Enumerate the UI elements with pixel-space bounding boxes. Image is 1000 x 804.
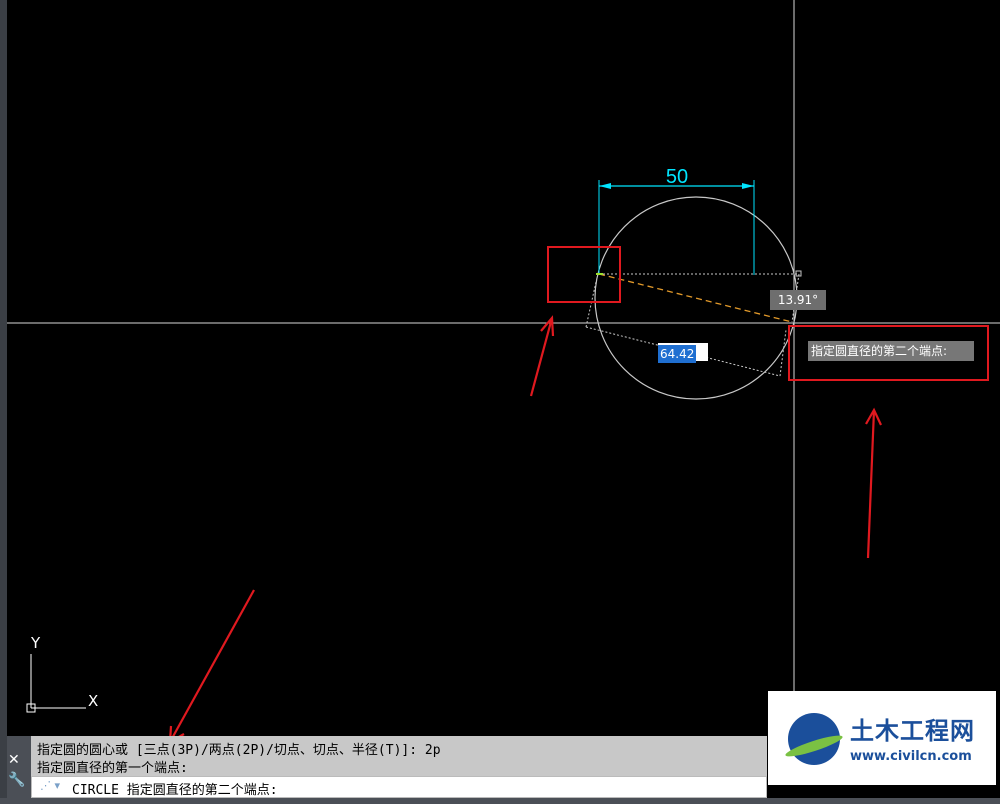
circle-preview [594, 196, 798, 400]
watermark-name: 土木工程网 [850, 717, 975, 745]
annotation-arrow-first-point [529, 315, 555, 397]
watermark-logo: 土木工程网 www.civilcn.com [768, 691, 996, 785]
dimension-value: 50 [666, 166, 688, 188]
length-input[interactable]: 64.42 [658, 343, 708, 363]
ucs-icon [26, 654, 86, 713]
annotation-arrow-history [168, 589, 255, 744]
command-input-text: CIRCLE 指定圆直径的第二个端点: [72, 783, 278, 798]
length-guide-left [585, 281, 597, 328]
wrench-icon[interactable]: 🔧 [8, 772, 25, 788]
command-history-line-2: 指定圆直径的第一个端点: [37, 761, 188, 776]
drawing-canvas[interactable]: 50 [0, 0, 1000, 804]
dimension-arrow-right [742, 183, 754, 189]
ucs-x-label: X [88, 692, 99, 710]
command-history: 指定圆的圆心或 [三点(3P)/两点(2P)/切点、切点、半径(T)]: 2p … [7, 736, 767, 804]
annotation-first-point-box [547, 246, 621, 303]
command-history-line-1: 指定圆的圆心或 [三点(3P)/两点(2P)/切点、切点、半径(T)]: 2p [37, 743, 441, 758]
command-dropdown-icon[interactable]: ⋰ ▾ [40, 779, 60, 792]
dimension-arrow-left [599, 183, 611, 189]
command-panel-grip[interactable] [7, 736, 31, 804]
watermark-url: www.civilcn.com [850, 749, 972, 764]
annotation-arrow-prompt [865, 407, 882, 559]
status-strip [0, 798, 1000, 804]
angle-tooltip: 13.91° [770, 290, 826, 310]
dynamic-input-prompt: 指定圆直径的第二个端点: [808, 341, 974, 361]
diameter-rubber-band [598, 273, 793, 323]
ucs-y-label: Y [31, 634, 41, 652]
close-icon[interactable]: ✕ [8, 752, 20, 768]
length-input-value: 64.42 [658, 345, 697, 363]
command-input[interactable]: ⋰ ▾ CIRCLE 指定圆直径的第二个端点: [31, 776, 767, 798]
watermark-emblem [788, 713, 840, 765]
